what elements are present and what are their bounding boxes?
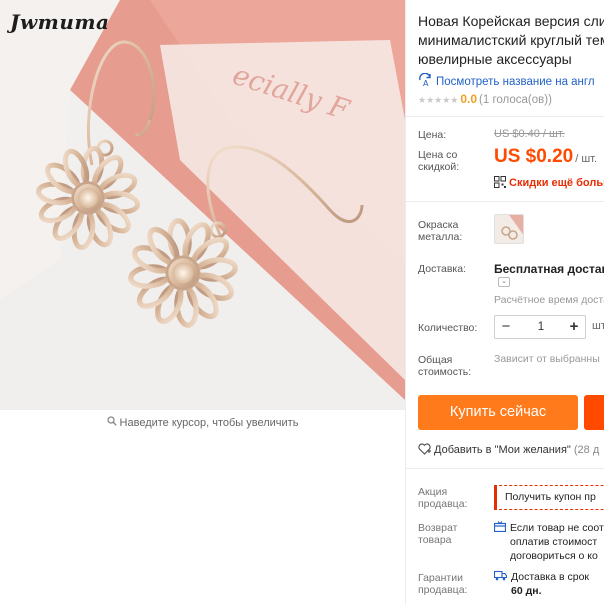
add-to-cart-button[interactable] [584,395,604,430]
returns-info: Если товар не соот оплатив стоимост дого… [493,521,604,563]
product-title: Новая Корейская версия слив минималистск… [418,12,604,69]
divider [406,116,604,117]
heart-plus-icon [418,443,431,455]
add-to-wishlist-link[interactable]: Добавить в "Мои желания" (28 д [418,443,599,456]
label-line: Общая [418,354,453,366]
total-value: Зависит от выбранны [494,353,600,365]
returns-line: оплатив стоимост [510,536,598,548]
label-line: товара [418,534,452,546]
label-line: продавца: [418,498,468,510]
svg-text:A: A [423,79,429,87]
divider [406,468,604,469]
rating-row: ★★★★★ 0.0 (1 голоса(ов)) [418,92,552,106]
product-title-line: Новая Корейская версия слив [418,13,604,29]
more-discounts-link[interactable]: Скидки ещё больш [494,176,604,189]
label-line: Цена со [418,149,458,161]
earrings-photo: ecially F [0,0,405,410]
shipping-label: Доставка: [418,263,467,275]
divider [406,201,604,202]
price-label: Цена: [418,129,447,141]
shipping-dropdown-toggle[interactable]: ⌄ [498,277,510,287]
delivery-truck-icon [493,570,508,581]
product-image[interactable]: ecially F Jwmuma [0,0,405,410]
translate-link-text: Посмотреть название на англ [436,76,595,88]
discount-price: US $0.20/ шт. [494,146,597,168]
quantity-increase-button[interactable]: + [563,316,585,338]
seller-promo-label: Акция продавца: [418,486,467,510]
rating-value: 0.0 [460,92,478,106]
wishlist-text: Добавить в "Мои желания" [434,444,571,456]
more-discounts-text: Скидки ещё больш [509,177,604,189]
label-line: металла: [418,231,463,243]
returns-line: договориться о ко [510,550,598,562]
label-line: Акция [418,486,448,498]
earring-thumbnail-icon [495,215,523,243]
discount-price-label: Цена со скидкой: [418,149,459,173]
product-info-panel: Новая Корейская версия слив минималистск… [406,0,604,604]
discount-price-amount: US $0.20 [494,146,574,167]
zoom-hint: Наведите курсор, чтобы увеличить [0,410,405,436]
quantity-unit: шт [592,320,604,332]
total-label: Общая стоимость: [418,354,471,378]
guarantee-label: Гарантии продавца: [418,572,467,596]
quantity-label: Количество: [418,322,478,334]
shipping-method[interactable]: Бесплатная доставка [494,262,604,276]
wishlist-count: (28 д [573,444,600,456]
label-line: продавца: [418,584,468,596]
rating-stars: ★★★★★ [418,95,459,105]
label-line: скидкой: [418,161,460,173]
returns-line: Если товар не соот [510,522,604,534]
get-coupon-button[interactable]: Получить купон пр [494,485,604,510]
label-line: Гарантии [418,572,463,584]
magnifier-icon [106,410,117,436]
rating-votes-link[interactable]: (1 голоса(ов)) [479,94,552,106]
quantity-stepper: − 1 + [494,315,586,339]
translate-title-link[interactable]: A Посмотреть название на англ [418,72,595,88]
product-title-line: ювелирные аксессуары [418,51,572,67]
returns-label: Возврат товара [418,522,457,546]
qr-code-icon [494,176,506,188]
delivery-estimate: Расчётное время доста [494,294,604,306]
metal-color-option[interactable] [494,214,524,244]
guarantee-line: Доставка в срок [511,571,590,583]
translate-icon: A [418,72,434,88]
guarantee-info: Доставка в срок 60 дн. [493,570,590,598]
label-line: Окраска [418,219,459,231]
quantity-input[interactable]: 1 [521,316,561,338]
guarantee-days: 60 дн. [511,585,542,597]
buy-now-button[interactable]: Купить сейчас [418,395,578,430]
quantity-decrease-button[interactable]: − [495,316,517,338]
product-title-line: минималистский круглый тем [418,32,604,48]
zoom-hint-text: Наведите курсор, чтобы увеличить [119,417,299,429]
return-box-icon [493,521,507,533]
price-unit: / шт. [575,153,598,165]
label-line: стоимость: [418,366,472,378]
metal-color-label: Окраска металла: [418,219,462,243]
brand-logo: Jwmuma [10,10,110,34]
original-price: US $0.40 / шт. [494,128,565,140]
label-line: Возврат [418,522,458,534]
